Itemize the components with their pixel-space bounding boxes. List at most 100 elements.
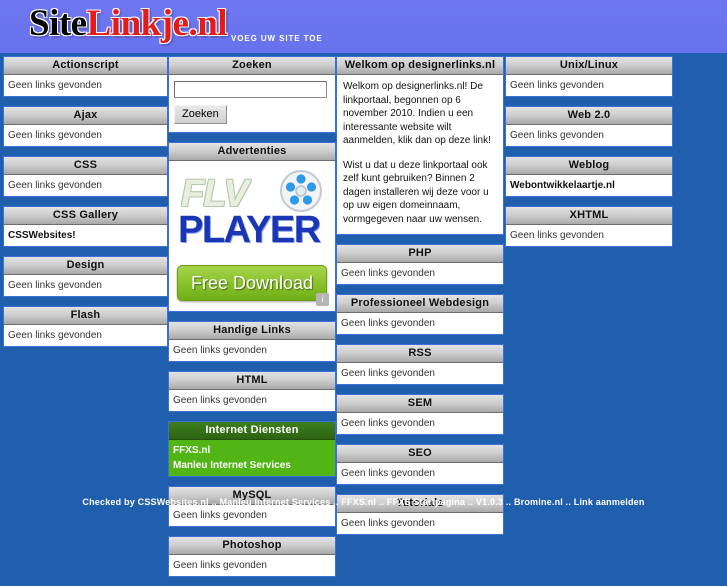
page-footer[interactable]: Checked by CSSWebsites.nl .. Manleu Inte…	[0, 497, 727, 507]
block-body-actionscript: Geen links gevonden	[4, 75, 167, 96]
block-body-photoshop: Geen links gevonden	[169, 555, 335, 576]
block-body-xhtml: Geen links gevonden	[506, 225, 672, 246]
block-header-php: PHP	[337, 245, 503, 263]
link-item[interactable]: CSSWebsites!	[8, 228, 163, 243]
block-header-advertenties: Advertenties	[169, 143, 335, 161]
category-block-seo: SEO Geen links gevonden	[336, 444, 504, 485]
empty-links-message: Geen links gevonden	[510, 130, 604, 141]
empty-links-message: Geen links gevonden	[8, 330, 102, 341]
category-block-xhtml: XHTML Geen links gevonden	[505, 206, 673, 247]
block-body-design: Geen links gevonden	[4, 275, 167, 296]
block-body-web-2-0: Geen links gevonden	[506, 125, 672, 146]
block-header-css: CSS	[4, 157, 167, 175]
empty-links-message: Geen links gevonden	[8, 280, 102, 291]
category-block-weblog: Weblog Webontwikkelaartje.nl	[505, 156, 673, 197]
site-header: SiteLinkje.nl VOEG UW SITE TOE	[0, 0, 727, 53]
link-item[interactable]: Webontwikkelaartje.nl	[510, 178, 668, 193]
ad-free-download-button[interactable]: Free Download	[177, 265, 327, 301]
block-header-zoeken: Zoeken	[169, 57, 335, 75]
block-header-ajax: Ajax	[4, 107, 167, 125]
block-header-handige-links: Handige Links	[169, 322, 335, 340]
block-header-seo: SEO	[337, 445, 503, 463]
block-header-actionscript: Actionscript	[4, 57, 167, 75]
block-body-html: Geen links gevonden	[169, 390, 335, 411]
block-header-web-2-0: Web 2.0	[506, 107, 672, 125]
empty-links-message: Geen links gevonden	[341, 368, 435, 379]
block-body-rss: Geen links gevonden	[337, 363, 503, 384]
category-block-unix-linux: Unix/Linux Geen links gevonden	[505, 56, 673, 97]
block-body-mysql: Geen links gevonden	[169, 505, 335, 526]
block-header-weblog: Weblog	[506, 157, 672, 175]
category-block-handige-links: Handige Links Geen links gevonden	[168, 321, 336, 362]
empty-links-message: Geen links gevonden	[510, 230, 604, 241]
advert-body: FLV PLAYER Free Download i	[169, 161, 335, 311]
block-body-ajax: Geen links gevonden	[4, 125, 167, 146]
empty-links-message: Geen links gevonden	[341, 318, 435, 329]
empty-links-message: Geen links gevonden	[173, 345, 267, 356]
category-block-ajax: Ajax Geen links gevonden	[3, 106, 168, 147]
empty-links-message: Geen links gevonden	[8, 130, 102, 141]
empty-links-message: Geen links gevonden	[173, 560, 267, 571]
category-block-html: HTML Geen links gevonden	[168, 371, 336, 412]
category-block-sem: SEM Geen links gevonden	[336, 394, 504, 435]
ad-choices-icon[interactable]: i	[316, 293, 329, 306]
block-header-xhtml: XHTML	[506, 207, 672, 225]
empty-links-message: Geen links gevonden	[341, 468, 435, 479]
block-body-tutorials: Geen links gevonden	[337, 513, 503, 534]
block-header-unix-linux: Unix/Linux	[506, 57, 672, 75]
welcome-block: Welkom op designerlinks.nl Welkom op desi…	[336, 56, 504, 235]
film-reel-icon	[279, 169, 323, 213]
category-block-photoshop: Photoshop Geen links gevonden	[168, 536, 336, 577]
category-block-css: CSS Geen links gevonden	[3, 156, 168, 197]
add-site-tagline[interactable]: VOEG UW SITE TOE	[231, 34, 323, 43]
empty-links-message: Geen links gevonden	[510, 80, 604, 91]
search-submit-button[interactable]: Zoeken	[174, 105, 227, 124]
block-body-unix-linux: Geen links gevonden	[506, 75, 672, 96]
category-block-php: PHP Geen links gevonden	[336, 244, 504, 285]
block-header-rss: RSS	[337, 345, 503, 363]
block-header-flash: Flash	[4, 307, 167, 325]
category-block-design: Design Geen links gevonden	[3, 256, 168, 297]
search-body: Zoeken	[169, 75, 335, 132]
block-body-php: Geen links gevonden	[337, 263, 503, 284]
empty-links-message: Geen links gevonden	[173, 395, 267, 406]
site-logo[interactable]: SiteLinkje.nl	[29, 2, 228, 45]
column-4: Unix/Linux Geen links gevonden Web 2.0 Geen…	[505, 56, 673, 256]
block-body-css-gallery: CSSWebsites!	[4, 225, 167, 246]
empty-links-message: Geen links gevonden	[173, 510, 267, 521]
block-body-seo: Geen links gevonden	[337, 463, 503, 484]
block-header-design: Design	[4, 257, 167, 275]
empty-links-message: Geen links gevonden	[341, 418, 435, 429]
block-header-internet-diensten: Internet Diensten	[169, 422, 335, 440]
category-block-internet-diensten: Internet Diensten FFXS.nl Manleu Internet …	[168, 421, 336, 477]
block-header-professioneel-webdesign: Professioneel Webdesign	[337, 295, 503, 313]
category-block-flash: Flash Geen links gevonden	[3, 306, 168, 347]
welcome-paragraph-2: Wist u dat u deze linkportaal ook zelf k…	[343, 159, 489, 225]
ad-headline-bottom: PLAYER	[178, 209, 321, 251]
block-header-photoshop: Photoshop	[169, 537, 335, 555]
link-item[interactable]: FFXS.nl	[173, 443, 331, 458]
block-header-sem: SEM	[337, 395, 503, 413]
block-header-html: HTML	[169, 372, 335, 390]
category-block-professioneel-webdesign: Professioneel Webdesign Geen links gevond…	[336, 294, 504, 335]
block-body-flash: Geen links gevonden	[4, 325, 167, 346]
block-body-handige-links: Geen links gevonden	[169, 340, 335, 361]
page-root: SiteLinkje.nl VOEG UW SITE TOE Actionscr…	[0, 0, 727, 577]
empty-links-message: Geen links gevonden	[8, 80, 102, 91]
category-block-css-gallery: CSS Gallery CSSWebsites!	[3, 206, 168, 247]
block-header-css-gallery: CSS Gallery	[4, 207, 167, 225]
logo-text-primary: Site	[29, 3, 87, 44]
link-item[interactable]: Manleu Internet Services	[173, 458, 331, 473]
block-body-css: Geen links gevonden	[4, 175, 167, 196]
flv-player-ad[interactable]: FLV PLAYER Free Download i	[173, 165, 331, 307]
column-1: Actionscript Geen links gevonden Ajax Geen …	[3, 56, 168, 356]
search-input[interactable]	[174, 81, 327, 98]
block-body-weblog: Webontwikkelaartje.nl	[506, 175, 672, 196]
welcome-body: Welkom op designerlinks.nl! De linkporta…	[337, 75, 503, 234]
category-block-web-2-0: Web 2.0 Geen links gevonden	[505, 106, 673, 147]
advertisement-block: Advertenties FLV PLAYER Free Download i	[168, 142, 336, 312]
search-block: Zoeken Zoeken	[168, 56, 336, 133]
empty-links-message: Geen links gevonden	[341, 268, 435, 279]
empty-links-message: Geen links gevonden	[8, 180, 102, 191]
category-block-rss: RSS Geen links gevonden	[336, 344, 504, 385]
